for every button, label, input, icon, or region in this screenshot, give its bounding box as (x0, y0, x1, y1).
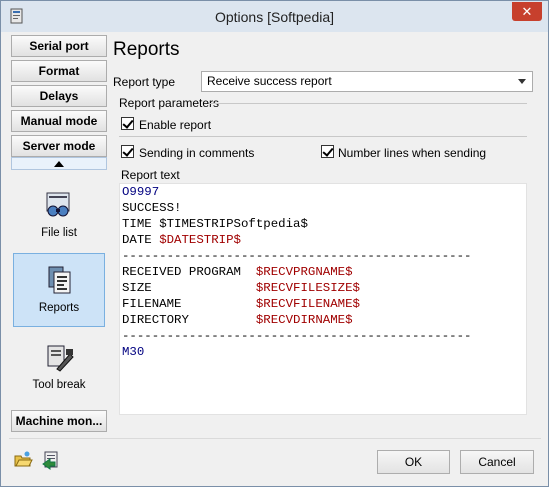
reports-icon (48, 266, 71, 294)
enable-report-checkbox[interactable] (121, 117, 134, 130)
report-parameters-label: Report parameters (119, 96, 220, 110)
chevron-down-icon (518, 79, 526, 84)
report-text-segment: DIRECTORY (122, 313, 256, 327)
report-text-line: M30 (122, 344, 144, 360)
report-text-segment: ----------------------------------------… (122, 249, 472, 263)
sidebar-button-machine-monitor[interactable]: Machine mon... (11, 410, 107, 432)
report-type-label: Report type (113, 75, 176, 89)
sending-in-comments-label: Sending in comments (139, 146, 255, 160)
close-button[interactable]: ✕ (512, 2, 542, 21)
report-text-segment: $RECVDIRNAME$ (255, 313, 353, 327)
report-text-segment: $DATESTRIP$ (159, 233, 241, 247)
report-text-segment: M30 (122, 345, 145, 359)
cancel-button[interactable]: Cancel (460, 450, 534, 474)
ok-button[interactable]: OK (377, 450, 450, 474)
footer-divider (9, 438, 541, 439)
sidebar-item-label: Tool break (32, 379, 86, 391)
report-text-line: SUCCESS! (122, 200, 182, 216)
sidebar-item-tool-break[interactable]: Tool break (13, 331, 105, 405)
report-text-segment: SUCCESS! (122, 201, 182, 215)
report-text-label: Report text (121, 168, 180, 182)
tool-break-icon (47, 345, 74, 372)
section-divider (119, 136, 527, 137)
enable-report-label: Enable report (139, 118, 212, 132)
sidebar-button-delays[interactable]: Delays (11, 85, 107, 107)
report-text-segment: DATE (122, 233, 160, 247)
save-settings-icon[interactable] (41, 450, 61, 470)
report-text-segment: RECEIVED PROGRAM (122, 265, 256, 279)
report-text-line: SIZE $RECVFILESIZE$ (122, 280, 360, 296)
report-text-segment: $RECVFILENAME$ (255, 297, 360, 311)
sending-in-comments-checkbox[interactable] (121, 145, 134, 158)
report-text-segment: ----------------------------------------… (122, 329, 472, 343)
report-text-segment: SIZE (122, 281, 256, 295)
options-window: Options [Softpedia] ✕ Serial port Format… (0, 0, 549, 487)
sidebar-item-reports[interactable]: Reports (13, 253, 105, 327)
report-text-segment: $TIMESTRIPSoftpedia$ (159, 217, 308, 231)
report-text-line: DIRECTORY $RECVDIRNAME$ (122, 312, 353, 328)
report-text-segment: FILENAME (122, 297, 256, 311)
sidebar-scroll-up-button[interactable] (11, 157, 107, 170)
report-text-line: O9997 (122, 184, 159, 200)
sidebar-button-format[interactable]: Format (11, 60, 107, 82)
report-text-segment: $RECVPRGNAME$ (255, 265, 353, 279)
report-text-line: DATE $DATESTRIP$ (122, 232, 241, 248)
file-list-icon (46, 192, 70, 217)
sidebar-item-file-list[interactable]: File list (13, 179, 105, 253)
report-text-line: RECEIVED PROGRAM $RECVPRGNAME$ (122, 264, 353, 280)
title-bar[interactable]: Options [Softpedia] ✕ (1, 1, 548, 32)
report-type-select[interactable]: Receive success report (201, 71, 533, 92)
report-text-line: FILENAME $RECVFILENAME$ (122, 296, 360, 312)
arrow-up-icon (54, 161, 64, 167)
sidebar-button-serial-port[interactable]: Serial port (11, 35, 107, 57)
report-text-editor[interactable]: O9997 SUCCESS! TIME $TIMESTRIPSoftpedia$ DA… (119, 183, 527, 415)
report-text-line: ----------------------------------------… (122, 328, 471, 344)
page-title: Reports (113, 39, 180, 60)
report-text-line: TIME $TIMESTRIPSoftpedia$ (122, 216, 308, 232)
report-text-line: ----------------------------------------… (122, 248, 471, 264)
number-lines-label: Number lines when sending (338, 146, 487, 160)
sidebar-item-label: File list (41, 227, 77, 239)
number-lines-checkbox[interactable] (321, 145, 334, 158)
sidebar-button-server-mode[interactable]: Server mode (11, 135, 107, 157)
sidebar-item-label: Reports (38, 302, 80, 314)
group-divider (209, 103, 527, 104)
report-text-segment: $RECVFILESIZE$ (255, 281, 360, 295)
report-text-segment: TIME (122, 217, 160, 231)
open-folder-icon[interactable] (13, 450, 33, 470)
window-title: Options [Softpedia] (214, 9, 335, 25)
report-type-value: Receive success report (207, 74, 332, 88)
report-text-segment: O9997 (122, 185, 160, 199)
sidebar-button-manual-mode[interactable]: Manual mode (11, 110, 107, 132)
